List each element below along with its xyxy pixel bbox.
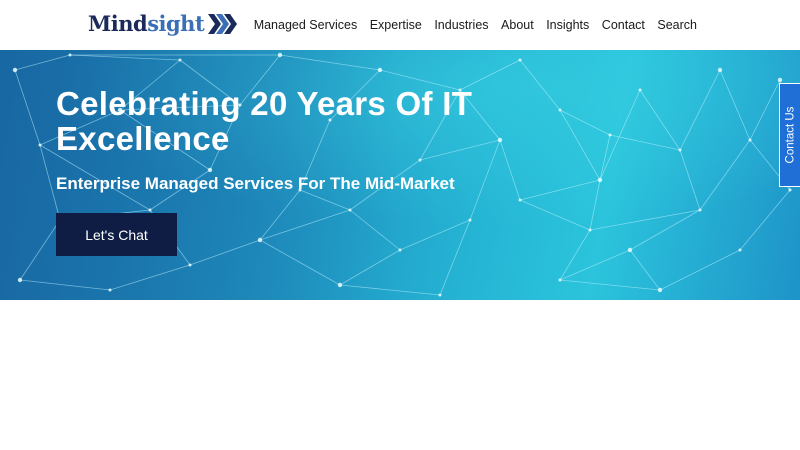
mesh-node [148, 208, 152, 212]
nav-managed-services[interactable]: Managed Services [254, 18, 358, 32]
chevron-arrows-icon [208, 14, 238, 34]
nav-contact[interactable]: Contact [602, 18, 645, 32]
mesh-node [207, 167, 213, 173]
mesh-node [558, 278, 562, 282]
mesh-node [257, 237, 263, 243]
mesh-node [788, 188, 792, 192]
hero-banner: Celebrating 20 Years Of IT Excellence En… [0, 50, 800, 300]
mesh-node [337, 282, 343, 288]
page-content-area [0, 300, 800, 450]
mesh-node [518, 198, 522, 202]
mesh-node [518, 58, 522, 62]
mesh-node [277, 52, 283, 58]
logo-text-sight: sight [147, 11, 205, 36]
nav-expertise[interactable]: Expertise [370, 18, 422, 32]
mesh-node [748, 138, 752, 142]
mesh-node [497, 137, 503, 143]
main-navigation: Managed Services Expertise Industries Ab… [241, 0, 697, 50]
mesh-node [698, 208, 702, 212]
contact-us-label: Contact Us [784, 106, 797, 164]
mesh-node [608, 133, 612, 137]
mesh-node [468, 218, 472, 222]
mesh-node [438, 293, 442, 297]
mesh-node [627, 247, 633, 253]
contact-us-tab[interactable]: Contact Us [779, 83, 800, 187]
nav-search[interactable]: Search [657, 18, 697, 32]
mesh-node [638, 88, 642, 92]
mesh-node [38, 143, 42, 147]
logo-text-mind: Mind [88, 11, 148, 36]
mesh-node [377, 67, 383, 73]
mesh-node [178, 58, 182, 62]
site-header: Mind sight Managed Services Expertise In… [0, 0, 800, 50]
mesh-node [398, 248, 402, 252]
mesh-node [558, 108, 562, 112]
mesh-node [68, 53, 72, 57]
mesh-node [17, 277, 23, 283]
mesh-node [657, 287, 663, 293]
mesh-node [418, 158, 422, 162]
mesh-node [348, 208, 352, 212]
mesh-node [12, 67, 18, 73]
mesh-node [108, 288, 112, 292]
mindsight-logo[interactable]: Mind sight [88, 11, 238, 39]
nav-about[interactable]: About [501, 18, 534, 32]
mesh-node [717, 67, 723, 73]
nav-industries[interactable]: Industries [434, 18, 488, 32]
mesh-node [597, 177, 603, 183]
mesh-node [738, 248, 742, 252]
mesh-node [678, 148, 682, 152]
mesh-node [777, 77, 783, 83]
hero-title: Celebrating 20 Years Of IT Excellence [56, 85, 473, 157]
mesh-node [588, 228, 592, 232]
mesh-node [188, 263, 192, 267]
lets-chat-button[interactable]: Let's Chat [56, 213, 177, 256]
nav-insights[interactable]: Insights [546, 18, 589, 32]
hero-subtitle: Enterprise Managed Services For The Mid-… [56, 174, 455, 193]
